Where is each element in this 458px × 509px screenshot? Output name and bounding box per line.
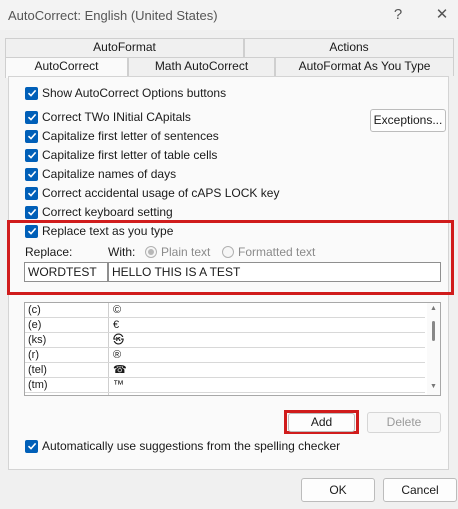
with-input[interactable]: HELLO THIS IS A TEST [108, 262, 441, 282]
capitalize-days-label: Capitalize names of days [42, 167, 177, 181]
caps-lock-label: Correct accidental usage of cAPS LOCK ke… [42, 186, 280, 200]
scroll-down-icon[interactable]: ▼ [430, 383, 437, 390]
entry-to: © [113, 304, 122, 316]
entry-from: (tel) [28, 364, 47, 376]
checkbox-checked-icon [25, 186, 38, 200]
entry-to: ㉿ [113, 334, 124, 346]
entry-from: (ks) [28, 334, 47, 346]
add-button[interactable]: Add [288, 413, 355, 432]
cancel-button[interactable]: Cancel [383, 478, 457, 502]
with-label: With: [108, 245, 136, 259]
checkbox-checked-icon [25, 167, 38, 181]
ok-button[interactable]: OK [301, 478, 375, 502]
keyboard-setting-checkbox[interactable]: Correct keyboard setting [25, 204, 173, 220]
capitalize-table-cells-label: Capitalize first letter of table cells [42, 148, 218, 162]
delete-button[interactable]: Delete [367, 412, 441, 433]
close-button[interactable]: ✕ [429, 4, 455, 26]
tab-actions[interactable]: Actions [244, 38, 454, 57]
tab-autoformat-as-you-type[interactable]: AutoFormat As You Type [275, 57, 454, 76]
capitalize-sentences-label: Capitalize first letter of sentences [42, 129, 219, 143]
show-autocorrect-buttons-checkbox[interactable]: Show AutoCorrect Options buttons [25, 85, 226, 101]
two-initial-capitals-label: Correct TWo INitial CApitals [42, 110, 191, 124]
list-scrollbar[interactable]: ▲ ▼ [427, 303, 440, 395]
auto-suggestions-checkbox[interactable]: Automatically use suggestions from the s… [25, 438, 340, 454]
checkbox-checked-icon [25, 148, 38, 162]
replace-label: Replace: [25, 245, 73, 259]
checkbox-checked-icon [25, 224, 38, 238]
tab-autoformat[interactable]: AutoFormat [5, 38, 244, 57]
entry-from: (r) [28, 349, 39, 361]
list-item[interactable]: (tm) ™ [25, 379, 425, 393]
checkbox-checked-icon [25, 129, 38, 143]
entry-from: (tm) [28, 379, 48, 391]
checkbox-checked-icon [25, 110, 38, 124]
replace-input[interactable]: WORDTEST [24, 262, 108, 282]
caps-lock-checkbox[interactable]: Correct accidental usage of cAPS LOCK ke… [25, 185, 279, 201]
checkbox-checked-icon [25, 205, 38, 219]
two-initial-capitals-checkbox[interactable]: Correct TWo INitial CApitals [25, 109, 191, 125]
capitalize-sentences-checkbox[interactable]: Capitalize first letter of sentences [25, 128, 219, 144]
scroll-thumb[interactable] [432, 321, 435, 341]
checkbox-checked-icon [25, 439, 38, 453]
entry-from: (c) [28, 304, 41, 316]
entry-to: ™ [113, 379, 124, 391]
show-autocorrect-buttons-label: Show AutoCorrect Options buttons [42, 86, 227, 100]
list-item[interactable]: (e) € [25, 319, 425, 333]
entry-to: ☎ [113, 364, 127, 376]
help-button[interactable]: ? [385, 4, 411, 26]
replace-text-checkbox[interactable]: Replace text as you type [25, 223, 173, 239]
title-bar: AutoCorrect: English (United States) ? ✕ [0, 0, 458, 30]
keyboard-setting-label: Correct keyboard setting [42, 205, 173, 219]
scroll-up-icon[interactable]: ▲ [430, 305, 437, 312]
list-item[interactable]: (tel) ☎ [25, 364, 425, 378]
capitalize-days-checkbox[interactable]: Capitalize names of days [25, 166, 176, 182]
entry-to: € [113, 319, 120, 331]
exceptions-button[interactable]: Exceptions... [370, 109, 446, 132]
formatted-text-label: Formatted text [238, 245, 316, 259]
list-item[interactable]: (r) ® [25, 349, 425, 363]
replace-text-label: Replace text as you type [42, 224, 174, 238]
plain-text-radio[interactable]: Plain text [145, 245, 210, 259]
plain-text-label: Plain text [161, 245, 211, 259]
auto-suggestions-label: Automatically use suggestions from the s… [42, 439, 341, 453]
radio-selected-icon [145, 246, 157, 258]
tab-autocorrect[interactable]: AutoCorrect [5, 57, 128, 78]
entry-to: ® [113, 349, 122, 361]
window-title: AutoCorrect: English (United States) [8, 8, 218, 23]
list-item[interactable]: (c) © [25, 304, 425, 318]
entry-from: (e) [28, 319, 42, 331]
radio-unselected-icon [222, 246, 234, 258]
formatted-text-radio[interactable]: Formatted text [222, 245, 315, 259]
list-item[interactable]: (ks) ㉿ [25, 334, 425, 348]
capitalize-table-cells-checkbox[interactable]: Capitalize first letter of table cells [25, 147, 217, 163]
checkbox-checked-icon [25, 86, 38, 100]
autocorrect-entries-list[interactable]: (c) © (e) € (ks) ㉿ (r) ® (tel) ☎ (tm) ™ … [24, 302, 441, 396]
tab-math-autocorrect[interactable]: Math AutoCorrect [128, 57, 275, 76]
